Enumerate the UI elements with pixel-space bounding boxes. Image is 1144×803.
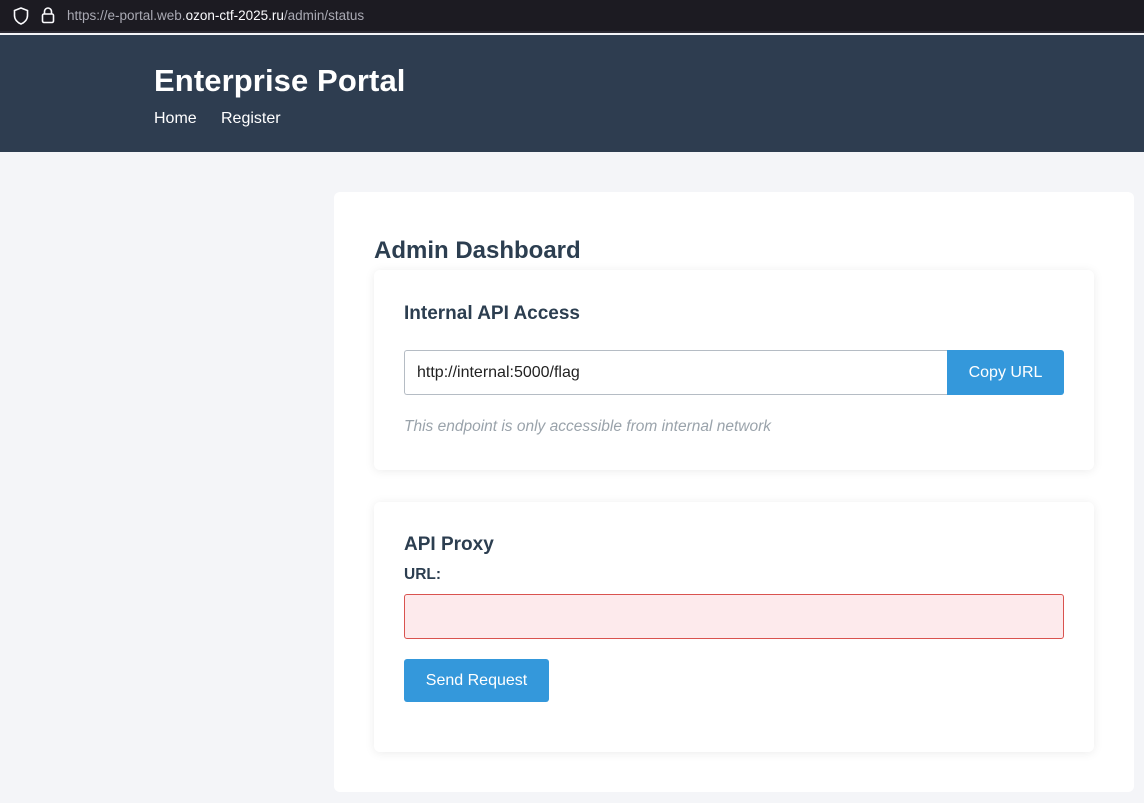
url-path: /admin/status xyxy=(283,8,365,23)
internal-api-heading: Internal API Access xyxy=(404,303,581,324)
internal-api-url-field[interactable] xyxy=(404,350,948,395)
shield-icon[interactable] xyxy=(13,7,29,30)
browser-url-bar[interactable]: https://e-portal.web.ozon-ctf-2025.ru/ad… xyxy=(0,0,1144,33)
endpoint-note: This endpoint is only accessible from in… xyxy=(404,418,772,435)
lock-icon[interactable] xyxy=(40,6,56,29)
proxy-url-input[interactable] xyxy=(404,594,1064,639)
internal-api-panel: Internal API Access Copy URL This endpoi… xyxy=(374,270,1094,470)
nav-register-link[interactable]: Register xyxy=(221,110,281,128)
proxy-url-label: URL: xyxy=(404,566,442,583)
page-title: Admin Dashboard xyxy=(374,237,581,264)
send-request-button[interactable]: Send Request xyxy=(404,659,549,702)
copy-url-button[interactable]: Copy URL xyxy=(947,350,1064,395)
url-prefix: https://e-portal.web. xyxy=(67,8,186,23)
site-title: Enterprise Portal xyxy=(154,63,406,98)
site-header: Enterprise Portal Home Register xyxy=(0,35,1144,152)
nav-home-link[interactable]: Home xyxy=(154,110,197,128)
api-proxy-heading: API Proxy xyxy=(404,534,494,555)
main-card: Admin Dashboard Internal API Access Copy… xyxy=(334,192,1134,792)
address-text[interactable]: https://e-portal.web.ozon-ctf-2025.ru/ad… xyxy=(67,8,364,23)
url-host: ozon-ctf-2025.ru xyxy=(185,8,284,23)
api-proxy-panel: API Proxy URL: Send Request xyxy=(374,502,1094,752)
